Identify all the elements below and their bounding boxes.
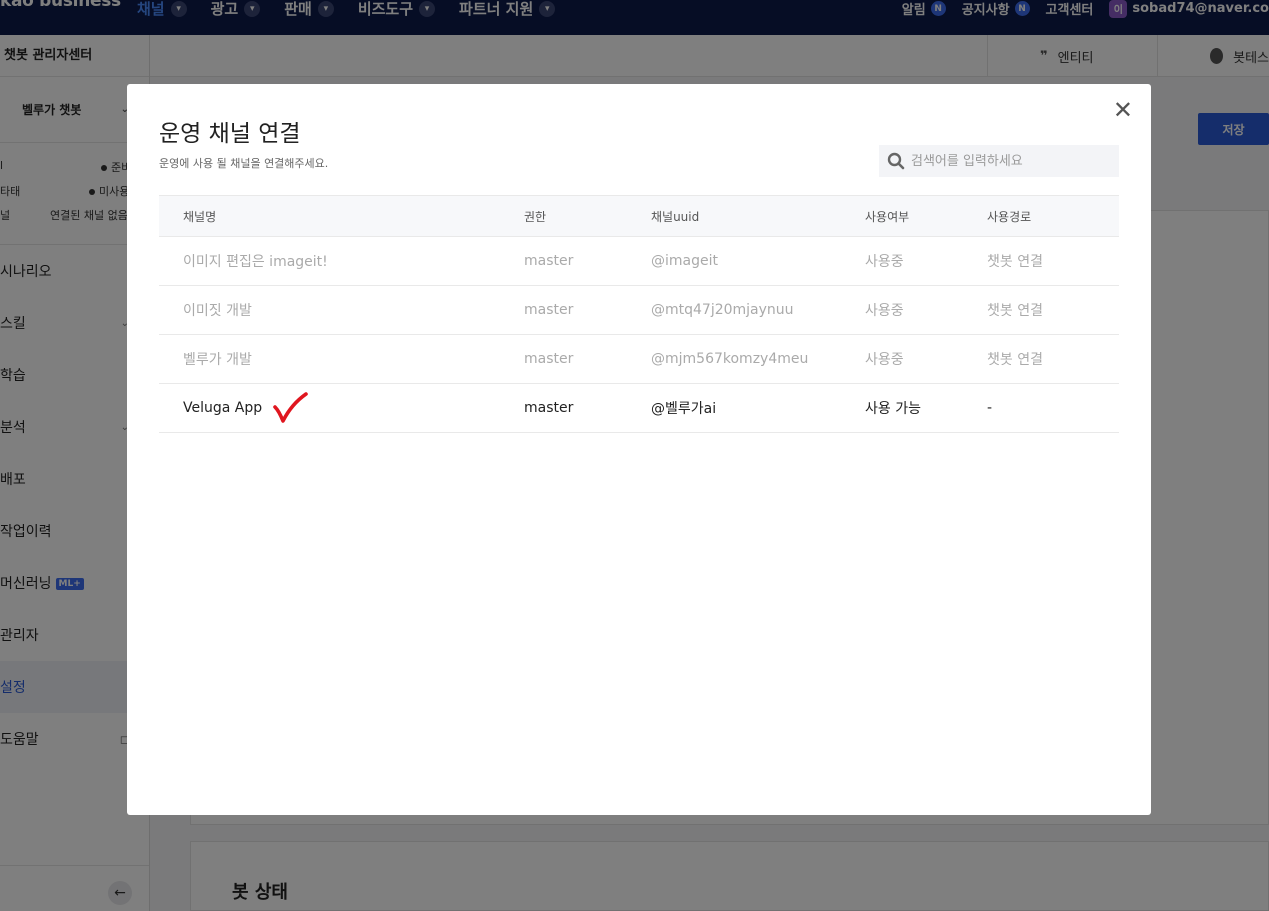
search-box <box>879 145 1119 177</box>
column-header-status: 사용여부 <box>865 209 910 224</box>
column-header-name: 채널명 <box>183 209 217 224</box>
modal-subtitle: 운영에 사용 될 채널을 연결해주세요. <box>159 157 329 170</box>
channel-status: 사용중 <box>865 352 904 368</box>
channel-path: 챗봇 연결 <box>987 303 1043 319</box>
search-icon <box>887 152 905 170</box>
channel-table: 채널명 권한 채널uuid 사용여부 사용경로 이미지 편집은 imageit!… <box>159 195 1119 433</box>
channel-name: Veluga App <box>183 400 263 416</box>
channel-connect-modal: ✕ 운영 채널 연결 운영에 사용 될 채널을 연결해주세요. 채널명 권한 채… <box>127 84 1151 815</box>
search-input[interactable] <box>911 153 1111 169</box>
column-header-role: 권한 <box>524 209 547 224</box>
channel-path: 챗봇 연결 <box>987 254 1043 270</box>
checkmark-icon <box>273 392 308 423</box>
close-icon[interactable]: ✕ <box>1113 98 1133 122</box>
channel-role: master <box>524 351 574 367</box>
channel-status: 사용중 <box>865 254 904 270</box>
channel-name: 이미지 편집은 imageit! <box>183 254 328 270</box>
channel-uuid: @imageit <box>651 253 718 269</box>
table-row: 이미짓 개발 master @mtq47j20mjaynuu 사용중 챗봇 연결 <box>159 286 1119 335</box>
channel-name: 이미짓 개발 <box>183 303 252 319</box>
channel-status: 사용 가능 <box>865 401 921 417</box>
channel-role: master <box>524 302 574 318</box>
channel-uuid: @벨루가ai <box>651 401 717 417</box>
channel-name-cell: Veluga App <box>183 384 308 432</box>
channel-role: master <box>524 253 574 269</box>
channel-path: - <box>987 400 993 416</box>
channel-uuid: @mtq47j20mjaynuu <box>651 302 794 318</box>
table-row: 벨루가 개발 master @mjm567komzy4meu 사용중 챗봇 연결 <box>159 335 1119 384</box>
table-row: 이미지 편집은 imageit! master @imageit 사용중 챗봇 … <box>159 237 1119 286</box>
channel-path: 챗봇 연결 <box>987 352 1043 368</box>
column-header-path: 사용경로 <box>987 209 1032 224</box>
modal-title: 운영 채널 연결 <box>159 121 301 147</box>
column-header-uuid: 채널uuid <box>651 209 700 224</box>
channel-name: 벨루가 개발 <box>183 352 252 368</box>
channel-role: master <box>524 400 574 416</box>
channel-uuid: @mjm567komzy4meu <box>651 351 809 367</box>
table-header: 채널명 권한 채널uuid 사용여부 사용경로 <box>159 195 1119 237</box>
channel-status: 사용중 <box>865 303 904 319</box>
table-row-selectable[interactable]: Veluga App master @벨루가ai 사용 가능 - <box>159 384 1119 433</box>
